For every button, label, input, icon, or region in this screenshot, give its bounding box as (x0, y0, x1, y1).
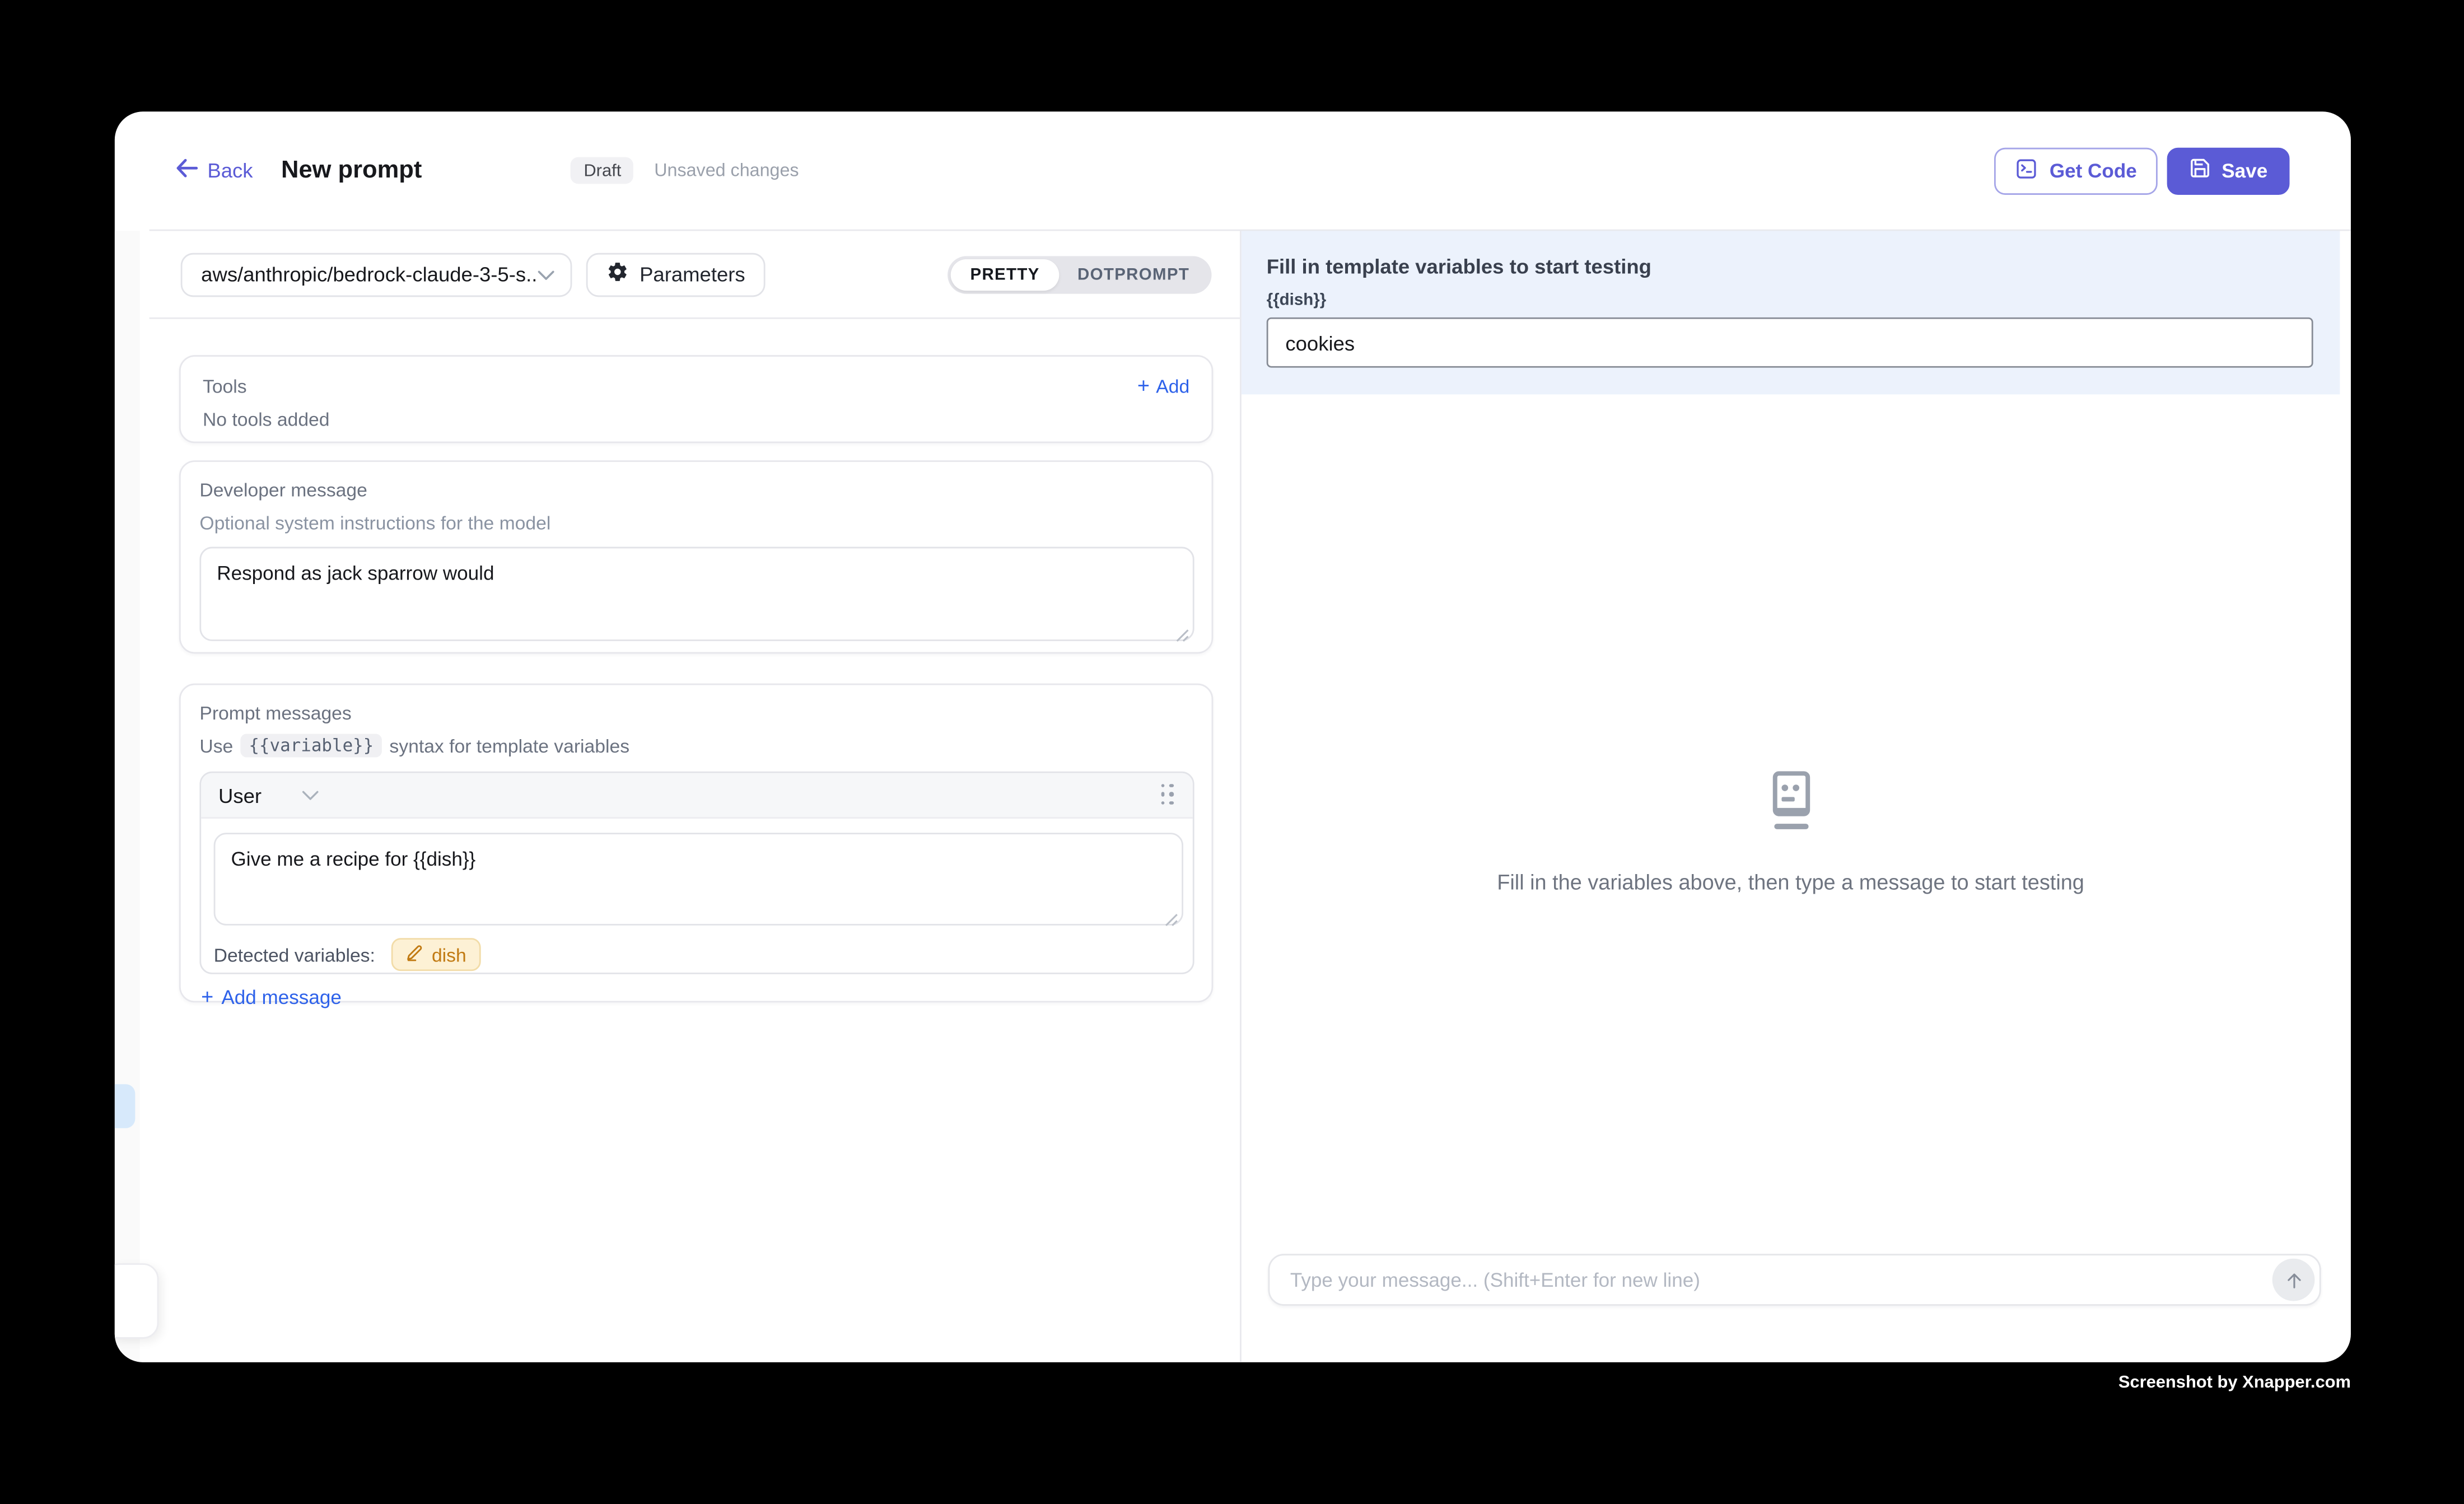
tools-empty-text: No tools added (203, 409, 1189, 431)
editor-cards: Tools + Add No tools added Developer mes… (179, 319, 1213, 1003)
back-arrow-icon (176, 158, 198, 182)
chevron-down-icon (302, 790, 320, 801)
developer-message-card: Developer message Optional system instru… (179, 460, 1213, 653)
model-toolbar: aws/anthropic/bedrock-claude-3-5-s... Pa… (115, 231, 1240, 317)
testing-pane: Fill in template variables to start test… (1240, 231, 2351, 1362)
developer-message-title: Developer message (199, 479, 1194, 501)
chat-area: Fill in the variables above, then type a… (1242, 394, 2351, 1362)
screenshot-stage: Back New prompt Draft Unsaved changes Ge… (0, 0, 2464, 1503)
resize-handle-icon[interactable] (1164, 907, 1178, 921)
save-icon (2188, 157, 2210, 184)
model-select[interactable]: aws/anthropic/bedrock-claude-3-5-s... (181, 252, 572, 296)
user-message-input[interactable]: Give me a recipe for {{dish}} (214, 833, 1183, 926)
developer-message-input[interactable]: Respond as jack sparrow would (199, 547, 1194, 641)
add-tool-button[interactable]: + Add (1137, 374, 1189, 398)
parameters-label: Parameters (640, 263, 745, 286)
terminal-icon (2015, 156, 2038, 185)
status-badge: Draft (571, 157, 634, 184)
save-label: Save (2222, 160, 2267, 181)
chevron-down-icon (538, 263, 555, 286)
drag-handle-icon[interactable] (1160, 783, 1175, 807)
get-code-button[interactable]: Get Code (1995, 147, 2158, 194)
chat-empty-text: Fill in the variables above, then type a… (1497, 871, 2084, 894)
gear-icon (606, 261, 628, 288)
chat-input-bar (1268, 1254, 2321, 1306)
detected-variables-row: Detected variables: dish (214, 938, 1193, 971)
left-edge-highlight (115, 1084, 135, 1128)
variable-syntax-hint: Use {{variable}} syntax for template var… (199, 734, 1194, 757)
variable-chip-label: dish (432, 943, 466, 965)
add-message-button[interactable]: + Add message (201, 985, 342, 1008)
testing-panel-title: Fill in template variables to start test… (1267, 255, 2313, 278)
developer-message-subtitle: Optional system instructions for the mod… (199, 512, 1194, 534)
add-message-label: Add message (221, 986, 341, 1008)
hint-suffix: syntax for template variables (389, 735, 629, 756)
add-tool-label: Add (1156, 375, 1189, 396)
pencil-icon (405, 943, 424, 966)
get-code-label: Get Code (2050, 160, 2137, 181)
model-name: aws/anthropic/bedrock-claude-3-5-s... (201, 263, 538, 286)
robot-icon (1759, 768, 1822, 845)
back-label: Back (207, 158, 253, 182)
watermark-credit: Screenshot by Xnapper.com (2118, 1374, 2351, 1393)
role-label: User (218, 783, 262, 807)
arrow-up-icon (2283, 1269, 2304, 1291)
dish-variable-label: {{dish}} (1267, 291, 2313, 310)
app-window: Back New prompt Draft Unsaved changes Ge… (115, 111, 2351, 1362)
view-mode-toggle: PRETTY DOTPROMPT (948, 255, 1211, 293)
body: aws/anthropic/bedrock-claude-3-5-s... Pa… (115, 231, 2351, 1362)
left-edge-card (115, 1263, 159, 1339)
send-button[interactable] (2272, 1259, 2315, 1301)
plus-icon: + (1137, 374, 1150, 398)
message-header: User (201, 773, 1193, 819)
parameters-button[interactable]: Parameters (586, 252, 766, 296)
back-button[interactable]: Back (176, 158, 253, 182)
unsaved-changes-note: Unsaved changes (654, 161, 799, 180)
hint-prefix: Use (199, 735, 233, 756)
page-title: New prompt (281, 156, 422, 185)
prompt-messages-title: Prompt messages (199, 702, 1194, 724)
save-button[interactable]: Save (2167, 147, 2289, 194)
chat-empty-state: Fill in the variables above, then type a… (1242, 768, 2340, 894)
chat-message-input[interactable] (1270, 1269, 2272, 1291)
toggle-pretty[interactable]: PRETTY (951, 259, 1059, 290)
detected-variables-label: Detected variables: (214, 943, 375, 965)
template-variables-panel: Fill in template variables to start test… (1242, 231, 2340, 394)
dish-variable-input[interactable] (1267, 317, 2313, 368)
toggle-dotprompt[interactable]: DOTPROMPT (1058, 259, 1208, 290)
header: Back New prompt Draft Unsaved changes Ge… (115, 111, 2351, 229)
plus-icon: + (201, 985, 213, 1008)
left-edge-gutter (115, 231, 140, 1362)
role-select[interactable]: User (218, 783, 320, 807)
message-block: User Give me a recipe for {{dish}} (199, 772, 1194, 974)
tools-card: Tools + Add No tools added (179, 355, 1213, 443)
tools-title: Tools (203, 375, 247, 396)
prompt-editor-pane: aws/anthropic/bedrock-claude-3-5-s... Pa… (115, 231, 1240, 1362)
variable-chip-dish[interactable]: dish (391, 938, 480, 971)
prompt-messages-card: Prompt messages Use {{variable}} syntax … (179, 684, 1213, 1003)
resize-handle-icon[interactable] (1175, 622, 1189, 636)
variable-code-chip: {{variable}} (241, 734, 381, 757)
